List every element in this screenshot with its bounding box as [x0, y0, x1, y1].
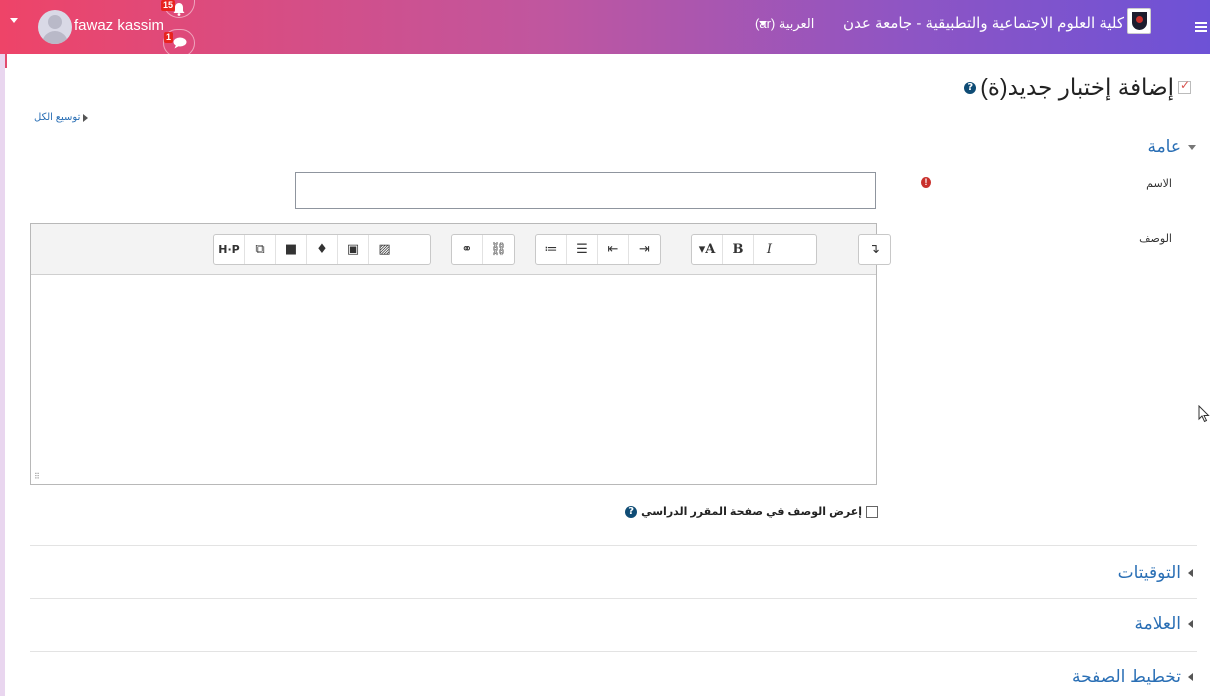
toolbar-group-links: ⚭ ⛓: [451, 234, 515, 265]
section-timing-header[interactable]: التوقيتات: [1118, 563, 1193, 583]
toolbar-group-collapse: ↴: [858, 234, 891, 265]
chat-bubble-icon[interactable]: [173, 37, 187, 49]
bold-icon[interactable]: B: [723, 235, 754, 264]
left-drawer-edge: [0, 54, 5, 696]
manage-files-icon[interactable]: ⧉: [245, 235, 276, 264]
collapse-triangle-icon: [1188, 144, 1196, 150]
show-description-checkbox[interactable]: [866, 505, 878, 518]
site-logo[interactable]: [1127, 8, 1151, 34]
help-icon[interactable]: ?: [964, 81, 977, 94]
h5p-icon[interactable]: H·P: [214, 235, 245, 264]
notifications-badge: 15: [161, 0, 176, 11]
link-icon[interactable]: ⚭: [452, 235, 483, 264]
toolbar-group-lists: ≔ ☰ ⇤ ⇥: [535, 234, 661, 265]
site-name[interactable]: كلية العلوم الاجتماعية والتطبيقية - جامع…: [843, 14, 1124, 32]
messages-badge: 1: [164, 32, 174, 43]
section-layout-title[interactable]: تخطيط الصفحة: [1072, 667, 1181, 687]
expand-all-link[interactable]: توسيع الكل: [34, 112, 89, 123]
section-general-header[interactable]: عامة: [1147, 137, 1196, 157]
help-icon[interactable]: ?: [625, 505, 638, 518]
microphone-icon[interactable]: ♦: [307, 235, 338, 264]
indent-icon[interactable]: ⇥: [629, 235, 660, 264]
hamburger-menu-icon[interactable]: [1195, 22, 1207, 32]
name-input[interactable]: [295, 172, 876, 209]
show-description-label[interactable]: إعرض الوصف في صفحة المقرر الدراسي: [641, 505, 862, 518]
section-timing-title[interactable]: التوقيتات: [1118, 563, 1181, 583]
section-divider: [30, 651, 1197, 652]
media-file-icon[interactable]: ▣: [338, 235, 369, 264]
outdent-icon[interactable]: ⇤: [598, 235, 629, 264]
section-general-title[interactable]: عامة: [1147, 137, 1181, 157]
show-description-row: إعرض الوصف في صفحة المقرر الدراسي ?: [625, 505, 878, 518]
section-grade-title[interactable]: العلامة: [1135, 614, 1181, 634]
left-drawer-accent: [5, 54, 7, 68]
section-grade-header[interactable]: العلامة: [1135, 614, 1193, 634]
numbered-list-icon[interactable]: ☰: [567, 235, 598, 264]
avatar[interactable]: [38, 10, 72, 44]
section-layout-header[interactable]: تخطيط الصفحة: [1072, 667, 1193, 687]
unlink-icon[interactable]: ⛓: [483, 235, 514, 264]
editor-content-area[interactable]: [31, 276, 876, 484]
image-icon[interactable]: ▨: [369, 235, 400, 264]
font-color-icon[interactable]: ▾A: [692, 235, 723, 264]
expand-triangle-icon: [1188, 569, 1193, 577]
bullet-list-icon[interactable]: ≔: [536, 235, 567, 264]
description-editor: ↴ ▾A B I ≔ ☰ ⇤ ⇥ ⚭ ⛓ H·P ⧉ ■ ♦ ▣ ▨ ⠿: [30, 223, 891, 485]
toolbar-toggle-icon[interactable]: ↴: [859, 235, 890, 264]
resize-grip-icon[interactable]: ⠿: [34, 472, 40, 481]
toolbar-group-format: ▾A B I: [691, 234, 817, 265]
quiz-icon: [1178, 78, 1191, 94]
mouse-cursor-icon: [1198, 405, 1210, 423]
page-title-row: إضافة إختبار جديد(ة) ?: [964, 74, 1191, 101]
required-icon: !: [921, 177, 931, 188]
description-label: الوصف: [1139, 233, 1172, 245]
username[interactable]: fawaz kassim: [74, 17, 164, 34]
page-title: إضافة إختبار جديد(ة): [980, 74, 1174, 100]
italic-icon[interactable]: I: [754, 235, 785, 264]
section-divider: [30, 545, 1197, 546]
name-label: الاسم: [1146, 178, 1172, 190]
expand-triangle-icon: [83, 113, 89, 122]
top-navbar: fawaz kassim 15 1 العربية (ar) كلية العل…: [0, 0, 1210, 57]
section-divider: [30, 598, 1197, 599]
expand-triangle-icon: [1188, 673, 1193, 681]
expand-all-label[interactable]: توسيع الكل: [34, 112, 80, 123]
language-selector[interactable]: العربية (ar): [755, 16, 814, 32]
expand-triangle-icon: [1188, 620, 1193, 628]
user-menu-caret-icon[interactable]: [10, 18, 18, 23]
toolbar-group-media: H·P ⧉ ■ ♦ ▣ ▨: [213, 234, 431, 265]
editor-toolbar: ↴ ▾A B I ≔ ☰ ⇤ ⇥ ⚭ ⛓ H·P ⧉ ■ ♦ ▣ ▨: [31, 224, 891, 275]
video-icon[interactable]: ■: [276, 235, 307, 264]
